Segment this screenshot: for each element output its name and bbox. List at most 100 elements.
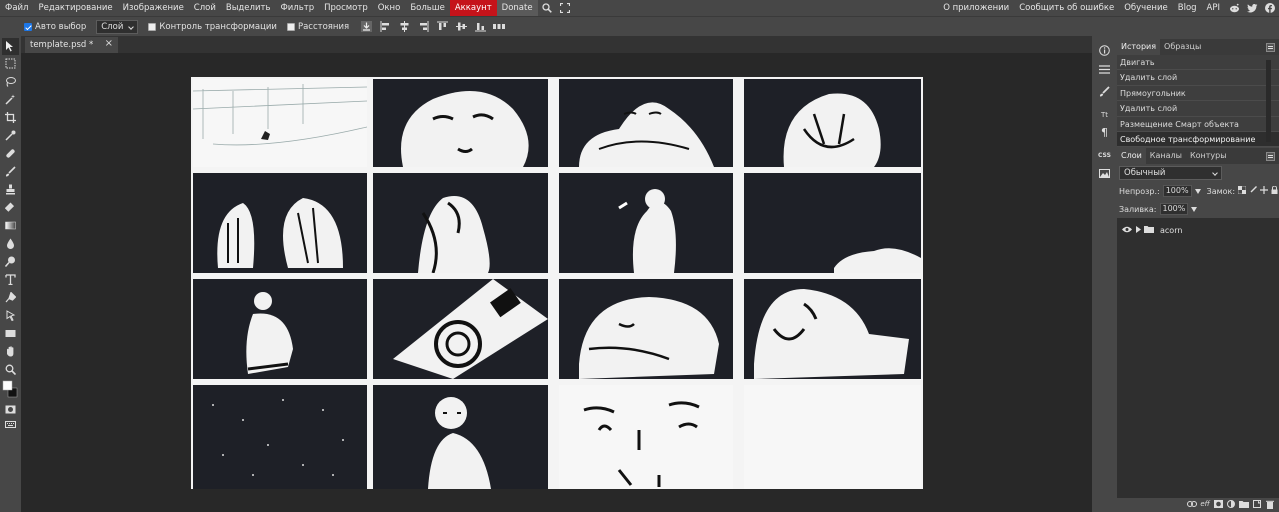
document-tab[interactable]: template.psd * ×	[25, 37, 118, 53]
pen-tool-icon[interactable]	[2, 289, 19, 306]
menu-learn[interactable]: Обучение	[1119, 0, 1173, 16]
lock-paint-icon[interactable]	[1249, 186, 1258, 196]
history-item[interactable]: Прямоугольник	[1117, 85, 1279, 102]
tab-paths[interactable]: Контуры	[1186, 148, 1231, 164]
fill-input[interactable]: 100%	[1159, 203, 1189, 215]
menu-filter[interactable]: Фильтр	[275, 0, 319, 16]
tab-history[interactable]: История	[1117, 39, 1161, 55]
tab-swatches[interactable]: Образцы	[1160, 39, 1205, 55]
fill-dropdown-icon[interactable]	[1191, 206, 1198, 212]
menu-account[interactable]: Аккаунт	[449, 0, 497, 16]
checkbox-icon[interactable]	[148, 22, 157, 31]
opacity-input[interactable]: 100%	[1162, 185, 1192, 197]
move-tool-icon[interactable]	[2, 38, 19, 55]
auto-select-checkbox[interactable]: Авто выбор	[24, 22, 86, 32]
menu-window[interactable]: Окно	[373, 0, 406, 16]
auto-select-target-dropdown[interactable]: Слой	[96, 19, 139, 34]
tab-layers[interactable]: Слои	[1117, 148, 1146, 164]
menu-about[interactable]: О приложении	[938, 0, 1014, 16]
facebook-icon[interactable]	[1263, 0, 1277, 16]
lock-pixels-icon[interactable]	[1237, 185, 1247, 196]
link-layers-icon[interactable]	[1187, 499, 1197, 509]
layer-mask-icon[interactable]	[1213, 499, 1223, 509]
reddit-icon[interactable]	[1227, 0, 1241, 16]
menu-view[interactable]: Просмотр	[319, 0, 373, 16]
layer-item-acorn[interactable]: acorn	[1117, 222, 1279, 238]
zoom-tool-icon[interactable]	[2, 361, 19, 378]
hand-tool-icon[interactable]	[2, 343, 19, 360]
lock-all-icon[interactable]	[1271, 185, 1278, 196]
gradient-tool-icon[interactable]	[2, 217, 19, 234]
checkbox-checked-icon[interactable]	[24, 22, 32, 31]
shape-tool-icon[interactable]	[2, 325, 19, 342]
tab-channels[interactable]: Каналы	[1146, 148, 1186, 164]
menu-select[interactable]: Выделить	[221, 0, 276, 16]
history-item-active[interactable]: Свободное трансформирование	[1117, 131, 1279, 148]
align-middle-icon[interactable]	[454, 20, 468, 34]
menu-donate[interactable]: Donate	[496, 0, 538, 16]
transform-controls-checkbox[interactable]: Контроль трансформации	[148, 22, 277, 32]
css-icon[interactable]: CSS	[1096, 147, 1113, 164]
distribute-icon[interactable]	[492, 20, 506, 34]
brush-settings-icon[interactable]	[1096, 83, 1113, 100]
dodge-tool-icon[interactable]	[2, 253, 19, 270]
menu-more[interactable]: Больше	[405, 0, 449, 16]
download-icon[interactable]	[359, 20, 373, 34]
panel-menu-icon[interactable]	[1266, 43, 1275, 52]
menu-image[interactable]: Изображение	[118, 0, 189, 16]
menu-report-bug[interactable]: Сообщить об ошибке	[1014, 0, 1119, 16]
twitter-icon[interactable]	[1245, 0, 1259, 16]
clone-stamp-tool-icon[interactable]	[2, 181, 19, 198]
eye-icon[interactable]	[1122, 226, 1132, 235]
search-icon[interactable]	[540, 0, 554, 16]
close-icon[interactable]: ×	[105, 38, 113, 49]
history-item[interactable]: Удалить слой	[1117, 70, 1279, 86]
marquee-tool-icon[interactable]	[2, 55, 19, 72]
panel-menu-icon[interactable]	[1266, 152, 1275, 161]
image-icon[interactable]	[1096, 165, 1113, 182]
keyboard-icon[interactable]	[2, 416, 19, 433]
magic-wand-tool-icon[interactable]	[2, 91, 19, 108]
history-item[interactable]: Удалить слой	[1117, 101, 1279, 117]
history-item[interactable]: Двигать	[1117, 55, 1279, 71]
align-bottom-icon[interactable]	[473, 20, 487, 34]
checkbox-icon[interactable]	[286, 22, 295, 31]
eraser-tool-icon[interactable]	[2, 199, 19, 216]
healing-brush-tool-icon[interactable]	[2, 145, 19, 162]
menu-api[interactable]: API	[1202, 0, 1225, 16]
layer-effects-icon[interactable]: eff	[1200, 499, 1210, 509]
align-top-icon[interactable]	[435, 20, 449, 34]
history-scrollbar[interactable]	[1266, 60, 1271, 142]
fullscreen-icon[interactable]	[558, 0, 572, 16]
color-swatches-icon[interactable]	[2, 379, 19, 401]
crop-tool-icon[interactable]	[2, 109, 19, 126]
type-tool-icon[interactable]	[2, 271, 19, 288]
history-item[interactable]: Размещение Смарт объекта	[1117, 116, 1279, 132]
align-right-icon[interactable]	[416, 20, 430, 34]
character-icon[interactable]: Tt	[1096, 106, 1113, 123]
document-canvas[interactable]	[191, 77, 923, 489]
brush-tool-icon[interactable]	[2, 163, 19, 180]
expand-arrow-icon[interactable]	[1136, 225, 1141, 235]
path-select-tool-icon[interactable]	[2, 307, 19, 324]
blend-mode-dropdown[interactable]: Обычный	[1119, 166, 1222, 180]
adjust-icon[interactable]	[1096, 61, 1113, 78]
blur-tool-icon[interactable]	[2, 235, 19, 252]
align-center-h-icon[interactable]	[397, 20, 411, 34]
delete-layer-icon[interactable]	[1265, 499, 1275, 509]
distances-checkbox[interactable]: Расстояния	[286, 22, 349, 32]
menu-edit[interactable]: Редактирование	[33, 0, 117, 16]
adjustment-layer-icon[interactable]	[1226, 499, 1236, 509]
new-group-icon[interactable]	[1239, 499, 1249, 509]
menu-layer[interactable]: Слой	[189, 0, 221, 16]
new-layer-icon[interactable]	[1252, 499, 1262, 509]
lock-move-icon[interactable]	[1260, 186, 1269, 196]
eyedropper-tool-icon[interactable]	[2, 127, 19, 144]
align-left-icon[interactable]	[378, 20, 392, 34]
paragraph-icon[interactable]: ¶	[1096, 124, 1113, 141]
lasso-tool-icon[interactable]	[2, 73, 19, 90]
menu-blog[interactable]: Blog	[1173, 0, 1202, 16]
info-icon[interactable]	[1096, 42, 1113, 59]
menu-file[interactable]: Файл	[0, 0, 33, 16]
opacity-dropdown-icon[interactable]	[1194, 188, 1201, 194]
